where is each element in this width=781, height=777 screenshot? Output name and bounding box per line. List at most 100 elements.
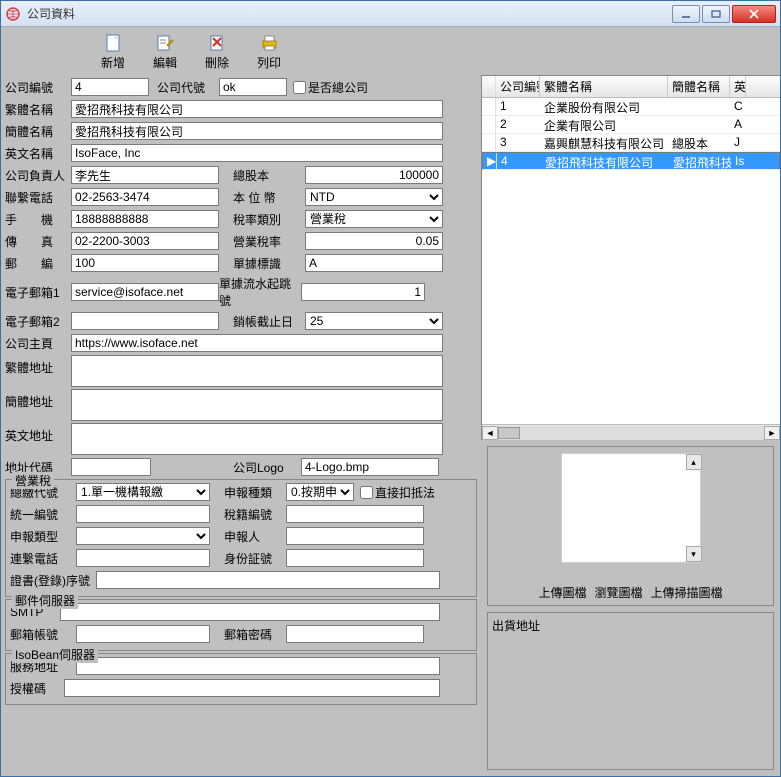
print-icon: [258, 32, 280, 54]
label-taddr: 繁體地址: [5, 355, 67, 376]
label-email1: 電子郵箱1: [5, 284, 67, 301]
license-field[interactable]: [64, 679, 440, 697]
table-row[interactable]: ▶4愛招飛科技有限公司愛招飛科技有限Is: [482, 152, 780, 170]
logo-field[interactable]: [301, 458, 439, 476]
mail-pwd-field[interactable]: [286, 625, 424, 643]
label-zip: 郵 編: [5, 255, 67, 272]
group-isobean: IsoBean伺服器 服務地址 授權碼: [5, 653, 477, 705]
label-company-id: 公司編號: [5, 79, 67, 96]
svc-addr-field[interactable]: [76, 657, 440, 675]
email1-field[interactable]: [71, 283, 219, 301]
tax-no-field[interactable]: [286, 505, 424, 523]
scroll-right-icon[interactable]: ►: [764, 426, 780, 440]
th-company-id[interactable]: 公司編號: [496, 76, 540, 97]
label-saddr: 簡體地址: [5, 389, 67, 410]
scan-image-button[interactable]: 上傳掃描圖檔: [651, 584, 723, 601]
delete-button[interactable]: 刪除: [195, 32, 239, 71]
group-isobean-title: IsoBean伺服器: [12, 646, 98, 663]
reporter-field[interactable]: [286, 527, 424, 545]
label-mail-pwd: 郵箱密碼: [224, 626, 282, 643]
scroll-left-icon[interactable]: ◄: [482, 426, 498, 440]
zip-field[interactable]: [71, 254, 219, 272]
homepage-field[interactable]: [71, 334, 443, 352]
label-id-no: 身份証號: [224, 550, 282, 567]
saddr-area[interactable]: [71, 389, 443, 421]
label-close-day: 銷帳截止日: [233, 313, 301, 330]
mail-acct-field[interactable]: [76, 625, 210, 643]
label-unified-no: 統一編號: [10, 506, 72, 523]
table-hscrollbar[interactable]: ◄ ►: [482, 424, 780, 440]
th-ename[interactable]: 英: [730, 76, 746, 97]
label-logo: 公司Logo: [233, 459, 297, 476]
phone-field[interactable]: [71, 188, 219, 206]
label-is-head: 是否總公司: [308, 79, 368, 96]
table-row[interactable]: 3嘉興麒慧科技有限公司總股本J: [482, 134, 780, 152]
owner-field[interactable]: [71, 166, 219, 184]
group-biz-tax-title: 營業稅: [12, 472, 54, 489]
id-no-field[interactable]: [286, 549, 424, 567]
preview-scroll-down-icon[interactable]: ▾: [686, 546, 702, 562]
label-phone: 聯繫電話: [5, 189, 67, 206]
th-sname[interactable]: 簡體名稱: [668, 76, 730, 97]
add-button[interactable]: 新增: [91, 32, 135, 71]
table-row[interactable]: 2企業有限公司A: [482, 116, 780, 134]
fax-field[interactable]: [71, 232, 219, 250]
label-tname: 繁體名稱: [5, 101, 67, 118]
tname-field[interactable]: [71, 100, 443, 118]
th-tname[interactable]: 繁體名稱: [540, 76, 668, 97]
label-reporter: 申報人: [224, 528, 282, 545]
preview-scroll-up-icon[interactable]: ▴: [686, 454, 702, 470]
email2-field[interactable]: [71, 312, 219, 330]
company-id-field[interactable]: [71, 78, 149, 96]
add-label: 新增: [101, 54, 125, 71]
logo-preview: ▴ ▾: [561, 453, 701, 563]
mobile-field[interactable]: [71, 210, 219, 228]
ename-field[interactable]: [71, 144, 443, 162]
deduct-checkbox[interactable]: [360, 486, 373, 499]
scroll-thumb[interactable]: [498, 427, 520, 439]
smtp-field[interactable]: [60, 603, 440, 621]
delete-label: 刪除: [205, 54, 229, 71]
bill-start-field[interactable]: [301, 283, 425, 301]
edit-label: 編輯: [153, 54, 177, 71]
unified-no-field[interactable]: [76, 505, 210, 523]
close-button[interactable]: [732, 5, 776, 23]
sname-field[interactable]: [71, 122, 443, 140]
label-contact-phone: 連繫電話: [10, 550, 72, 567]
label-base-ccy: 本 位 幣: [233, 189, 301, 206]
label-homepage: 公司主頁: [5, 335, 67, 352]
th-indicator: [482, 76, 496, 97]
addr-code-field[interactable]: [71, 458, 151, 476]
cert-no-field[interactable]: [96, 571, 440, 589]
tax-type-select[interactable]: 營業稅: [305, 210, 443, 228]
agg-code-select[interactable]: 1.單一機構報繳: [76, 483, 210, 501]
label-mail-acct: 郵箱帳號: [10, 626, 72, 643]
taddr-area[interactable]: [71, 355, 443, 387]
biz-tax-field[interactable]: [305, 232, 443, 250]
upload-image-button[interactable]: 上傳圖檔: [538, 584, 586, 601]
eaddr-area[interactable]: [71, 423, 443, 455]
bill-prefix-field[interactable]: [305, 254, 443, 272]
is-head-checkbox[interactable]: [293, 81, 306, 94]
app-icon: [5, 6, 21, 22]
delete-icon: [206, 32, 228, 54]
label-deduct: 直接扣抵法: [375, 484, 435, 501]
contact-phone-field[interactable]: [76, 549, 210, 567]
browse-image-button[interactable]: 瀏覽圖檔: [594, 584, 642, 601]
maximize-button[interactable]: [702, 5, 730, 23]
company-table: 公司編號 繁體名稱 簡體名稱 英 1企業股份有限公司C2企業有限公司A3嘉興麒慧…: [481, 75, 780, 440]
company-code-field[interactable]: [219, 78, 287, 96]
minimize-button[interactable]: [672, 5, 700, 23]
print-button[interactable]: 列印: [247, 32, 291, 71]
edit-button[interactable]: 編輯: [143, 32, 187, 71]
group-biz-tax: 營業稅 總繳代號 1.單一機構報繳 申報種類 0.按期申報 直接扣抵法 統一編號…: [5, 479, 477, 597]
capital-field[interactable]: [305, 166, 443, 184]
rpt-category-select[interactable]: [76, 527, 210, 545]
titlebar: 公司資料: [1, 1, 780, 27]
group-mail: 郵件伺服器 SMTP 郵箱帳號 郵箱密碼: [5, 599, 477, 651]
table-row[interactable]: 1企業股份有限公司C: [482, 98, 780, 116]
toolbar: 新增 編輯 刪除 列印: [1, 27, 780, 75]
report-type-select[interactable]: 0.按期申報: [286, 483, 354, 501]
close-day-select[interactable]: 25: [305, 312, 443, 330]
base-ccy-select[interactable]: NTD: [305, 188, 443, 206]
